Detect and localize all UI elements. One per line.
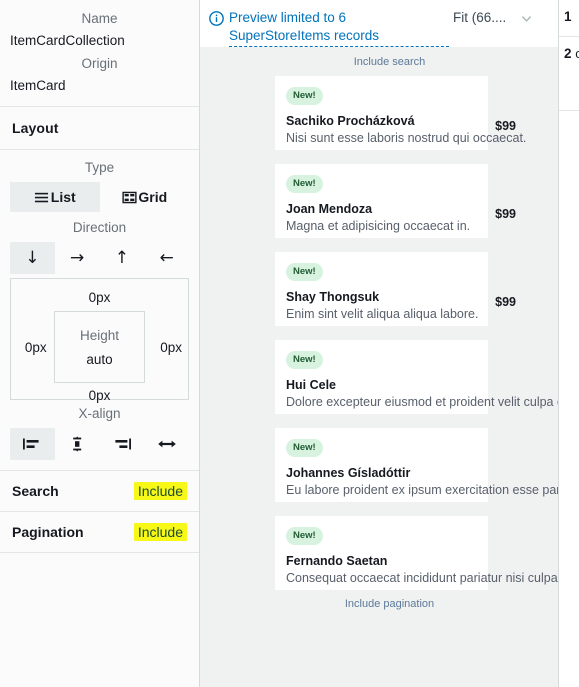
status-badge: New!: [286, 527, 323, 545]
pagination-label: Pagination: [12, 524, 84, 540]
align-right-icon[interactable]: [100, 428, 145, 460]
preview-header: Preview limited to 6 SuperStoreItems rec…: [200, 0, 579, 47]
item-card[interactable]: New! Fernando Saetan Consequat occaecat …: [275, 516, 579, 590]
height-box: Height auto: [54, 311, 145, 383]
item-card-description: Magna et adipisicing occaecat in.: [286, 218, 471, 233]
item-card-description: Eu labore proident ex ipsum exercitation…: [286, 482, 579, 497]
type-option-grid[interactable]: Grid: [100, 182, 190, 212]
item-card-title: Joan Mendoza: [286, 201, 373, 216]
height-label: Height: [79, 327, 120, 343]
direction-up[interactable]: ↑: [100, 242, 145, 274]
right-panel-row-2-subtitle: c: [575, 46, 579, 61]
item-card-description: Dolore excepteur eiusmod et proident vel…: [286, 394, 579, 409]
item-card[interactable]: New! Sachiko Procházková Nisi sunt esse …: [275, 76, 527, 150]
search-label: Search: [12, 483, 59, 499]
right-panel-row-2-title: 2: [564, 46, 572, 61]
item-card[interactable]: New! Shay Thongsuk Enim sint velit aliqu…: [275, 252, 516, 326]
include-search-hint[interactable]: Include search: [200, 47, 579, 76]
align-stretch-icon[interactable]: [144, 428, 189, 460]
zoom-selector[interactable]: Fit (66....: [453, 10, 532, 25]
component-meta-section: Name ItemCardCollection Origin ItemCard: [0, 0, 199, 107]
right-panel-row-2[interactable]: 2 c: [559, 37, 579, 111]
right-panel-strip: 1 2 c: [558, 0, 579, 687]
align-center-icon[interactable]: [55, 428, 100, 460]
pagination-toggle-row[interactable]: Pagination Include: [0, 512, 199, 553]
preview-canvas: Include search New! Sachiko Procházková …: [200, 47, 579, 687]
zoom-value: Fit (66....: [453, 10, 507, 25]
direction-control: ↓ → ↑ ←: [10, 242, 189, 274]
status-badge: New!: [286, 263, 323, 281]
align-left-icon[interactable]: [10, 428, 55, 460]
xalign-control: [10, 428, 189, 460]
height-value[interactable]: auto: [86, 352, 112, 367]
properties-sidebar: Name ItemCardCollection Origin ItemCard …: [0, 0, 200, 687]
sidebar-filler: [0, 553, 199, 653]
direction-down[interactable]: ↓: [10, 242, 55, 274]
item-card-price: $99: [495, 119, 516, 133]
app-root: Name ItemCardCollection Origin ItemCard …: [0, 0, 579, 687]
grid-icon: [121, 189, 137, 205]
layout-section-header: Layout: [0, 107, 199, 150]
chevron-down-icon: [520, 12, 532, 24]
item-card-title: Sachiko Procházková: [286, 113, 415, 128]
origin-value[interactable]: ItemCard: [10, 75, 189, 96]
direction-left[interactable]: ←: [144, 242, 189, 274]
origin-label: Origin: [81, 56, 118, 71]
item-card-title: Johannes Gísladóttir: [286, 465, 411, 480]
margin-top-value[interactable]: 0px: [11, 288, 188, 308]
margin-left-value[interactable]: 0px: [17, 340, 54, 355]
preview-notice-text[interactable]: Preview limited to 6 SuperStoreItems rec…: [229, 9, 449, 47]
status-badge: New!: [286, 87, 323, 105]
preview-panel: Preview limited to 6 SuperStoreItems rec…: [200, 0, 579, 687]
item-card-title: Hui Cele: [286, 377, 337, 392]
type-segmented-control: List Grid: [10, 182, 189, 212]
item-card-title: Fernando Saetan: [286, 553, 388, 568]
item-card-price: $99: [495, 295, 516, 309]
pagination-value[interactable]: Include: [133, 523, 187, 541]
type-label: Type: [84, 160, 115, 175]
direction-right[interactable]: →: [55, 242, 100, 274]
item-card[interactable]: New! Hui Cele Dolore excepteur eiusmod e…: [275, 340, 579, 414]
status-badge: New!: [286, 351, 323, 369]
item-card-collection: New! Sachiko Procházková Nisi sunt esse …: [275, 76, 579, 590]
item-card[interactable]: New! Johannes Gísladóttir Eu labore proi…: [275, 428, 579, 502]
status-badge: New!: [286, 439, 323, 457]
name-label: Name: [81, 11, 118, 26]
direction-label: Direction: [72, 220, 127, 235]
item-card[interactable]: New! Joan Mendoza Magna et adipisicing o…: [275, 164, 516, 238]
include-pagination-hint[interactable]: Include pagination: [200, 590, 579, 610]
name-value[interactable]: ItemCardCollection: [10, 30, 189, 51]
layout-controls-section: Type List Grid Direction ↓ → ↑ ← 0px 0px…: [0, 150, 199, 471]
box-model-editor: 0px 0px Height auto 0px 0px: [10, 278, 189, 403]
info-icon: [209, 11, 224, 26]
search-toggle-row[interactable]: Search Include: [0, 471, 199, 512]
status-badge: New!: [286, 175, 323, 193]
margin-right-value[interactable]: 0px: [145, 340, 182, 355]
item-card-price: $99: [495, 207, 516, 221]
type-option-list-label: List: [50, 189, 76, 205]
layout-heading: Layout: [12, 120, 59, 136]
right-panel-row-1[interactable]: 1: [559, 0, 579, 37]
box-model-middle-row: 0px Height auto 0px: [11, 311, 188, 383]
item-card-description: Consequat occaecat incididunt pariatur n…: [286, 570, 579, 585]
search-value[interactable]: Include: [133, 482, 187, 500]
preview-notice[interactable]: Preview limited to 6 SuperStoreItems rec…: [209, 9, 449, 47]
type-option-list[interactable]: List: [10, 182, 100, 212]
item-card-title: Shay Thongsuk: [286, 289, 380, 304]
list-icon: [34, 189, 50, 205]
item-card-description: Enim sint velit aliqua aliqua labore.: [286, 306, 479, 321]
type-option-grid-label: Grid: [138, 189, 168, 205]
margin-bottom-value[interactable]: 0px: [11, 386, 188, 406]
item-card-description: Nisi sunt esse laboris nostrud qui occae…: [286, 130, 527, 145]
